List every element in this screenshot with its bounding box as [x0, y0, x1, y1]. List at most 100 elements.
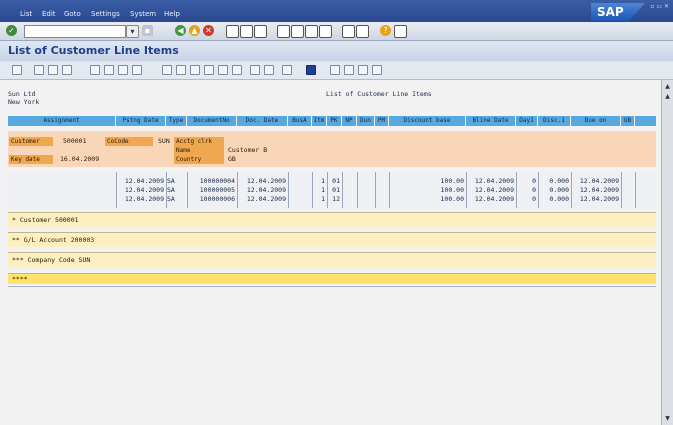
col-itm[interactable]: Itm: [312, 116, 327, 126]
page-title: List of Customer Line Items: [8, 44, 179, 57]
layout-icon[interactable]: [394, 25, 407, 38]
col-np[interactable]: NP: [342, 116, 357, 126]
country-value[interactable]: GB: [228, 155, 236, 164]
dropdown-icon[interactable]: ▾: [126, 25, 139, 38]
col-pm[interactable]: PM: [375, 116, 389, 126]
back-icon[interactable]: ◀: [175, 25, 186, 36]
key-date-label: Key date: [9, 155, 53, 164]
col-type[interactable]: Type: [166, 116, 187, 126]
total-label: ** G/L Account 200003: [12, 236, 95, 244]
print-icon[interactable]: [226, 25, 239, 38]
menu-settings[interactable]: Settings: [91, 10, 120, 18]
pk-cell: 12: [332, 195, 340, 203]
cocode-label: CoCode: [105, 137, 153, 146]
column-divider: [327, 172, 328, 208]
col-dun[interactable]: Dun: [357, 116, 375, 126]
previous-page-icon[interactable]: [291, 25, 304, 38]
key-date-value[interactable]: 16.04.2009: [60, 155, 99, 164]
col-disc1[interactable]: Disc.1: [538, 116, 571, 126]
col-due-on[interactable]: Due on: [571, 116, 621, 126]
customer-header-block: Customer 500001 CoCode SUN Acctg clrk Na…: [8, 131, 656, 167]
spreadsheet-icon[interactable]: [176, 65, 186, 75]
last-item-icon[interactable]: [372, 65, 382, 75]
previous-item-icon[interactable]: [344, 65, 354, 75]
sum-icon[interactable]: [118, 65, 128, 75]
local-file-icon[interactable]: [204, 65, 214, 75]
day1-cell: 0: [532, 195, 536, 203]
scroll-up-page-icon[interactable]: ▲: [664, 93, 671, 100]
company-city: New York: [8, 98, 40, 106]
find-next-icon[interactable]: [254, 25, 267, 38]
col-pk[interactable]: PK: [327, 116, 342, 126]
graphic-icon[interactable]: [232, 65, 242, 75]
customer-value[interactable]: 500001: [63, 137, 86, 146]
col-bline-date[interactable]: Bline Date: [466, 116, 516, 126]
enter-icon[interactable]: ✓: [6, 25, 17, 36]
exit-icon[interactable]: ▲: [189, 25, 200, 36]
country-label: Country: [174, 155, 224, 164]
col-busa[interactable]: BusA: [288, 116, 312, 126]
window-controls[interactable]: ▫ ▭ ✕: [650, 3, 669, 10]
itm-cell: 1: [321, 195, 325, 203]
total-row-company-code[interactable]: *** Company Code SUN: [8, 252, 656, 267]
layout-save-icon[interactable]: [282, 65, 292, 75]
filter-icon[interactable]: [48, 65, 58, 75]
info-icon[interactable]: [306, 65, 316, 75]
print-list-icon[interactable]: [34, 65, 44, 75]
menu-bar: List Edit Goto Settings System Help ▫ ▭ …: [0, 0, 673, 22]
sort-ascending-icon[interactable]: [90, 65, 100, 75]
col-gb[interactable]: GB: [621, 116, 635, 126]
column-divider: [116, 172, 117, 208]
disc1-cell: 0.000: [549, 195, 569, 203]
export-icon[interactable]: [162, 65, 172, 75]
grand-total-row[interactable]: ****: [8, 273, 656, 284]
next-page-icon[interactable]: [305, 25, 318, 38]
new-session-icon[interactable]: [342, 25, 355, 38]
refresh-icon[interactable]: [12, 65, 22, 75]
col-doc-date[interactable]: Doc. Date: [237, 116, 288, 126]
column-divider: [342, 172, 343, 208]
next-item-icon[interactable]: [358, 65, 368, 75]
shortcut-icon[interactable]: [356, 25, 369, 38]
col-day1[interactable]: Day1: [516, 116, 538, 126]
word-processing-icon[interactable]: [190, 65, 200, 75]
filter-delete-icon[interactable]: [62, 65, 72, 75]
menu-help[interactable]: Help: [164, 10, 180, 18]
table-row[interactable]: 12.04.2009 SA 100000006 12.04.2009 1 12 …: [8, 194, 656, 204]
last-page-icon[interactable]: [319, 25, 332, 38]
scroll-down-icon[interactable]: ▼: [664, 415, 671, 422]
subtotal-icon[interactable]: [132, 65, 142, 75]
sort-descending-icon[interactable]: [104, 65, 114, 75]
column-divider: [389, 172, 390, 208]
scroll-up-icon[interactable]: ▲: [664, 83, 671, 90]
save-icon[interactable]: ▪: [142, 25, 153, 36]
sap-logo: SAP: [591, 3, 645, 21]
total-row-customer[interactable]: * Customer 500001: [8, 212, 656, 227]
col-assignment[interactable]: Assignment: [8, 116, 116, 126]
report-heading: List of Customer Line Items: [326, 90, 432, 98]
title-bar: List of Customer Line Items: [0, 41, 673, 61]
find-icon[interactable]: [240, 25, 253, 38]
layout-change-icon[interactable]: [250, 65, 260, 75]
first-page-icon[interactable]: [277, 25, 290, 38]
column-divider: [166, 172, 167, 208]
mail-icon[interactable]: [218, 65, 228, 75]
total-row-gl-account[interactable]: ** G/L Account 200003: [8, 232, 656, 247]
name-value[interactable]: Customer B: [228, 146, 267, 155]
help-icon[interactable]: ?: [380, 25, 391, 36]
command-field[interactable]: [24, 25, 126, 38]
company-name: Sun Ltd: [8, 90, 36, 98]
menu-list[interactable]: List: [20, 10, 32, 18]
application-toolbar: [0, 62, 673, 80]
col-pstng-date[interactable]: Pstng Date: [116, 116, 166, 126]
menu-edit[interactable]: Edit: [42, 10, 56, 18]
cocode-value[interactable]: SUN: [158, 137, 170, 146]
layout-select-icon[interactable]: [264, 65, 274, 75]
col-discount-base[interactable]: Discount base: [389, 116, 466, 126]
first-item-icon[interactable]: [330, 65, 340, 75]
vertical-scrollbar[interactable]: ▲ ▲ ▼: [661, 80, 673, 425]
col-document-no[interactable]: DocumentNo: [187, 116, 237, 126]
menu-system[interactable]: System: [130, 10, 156, 18]
menu-goto[interactable]: Goto: [64, 10, 81, 18]
cancel-icon[interactable]: ✕: [203, 25, 214, 36]
